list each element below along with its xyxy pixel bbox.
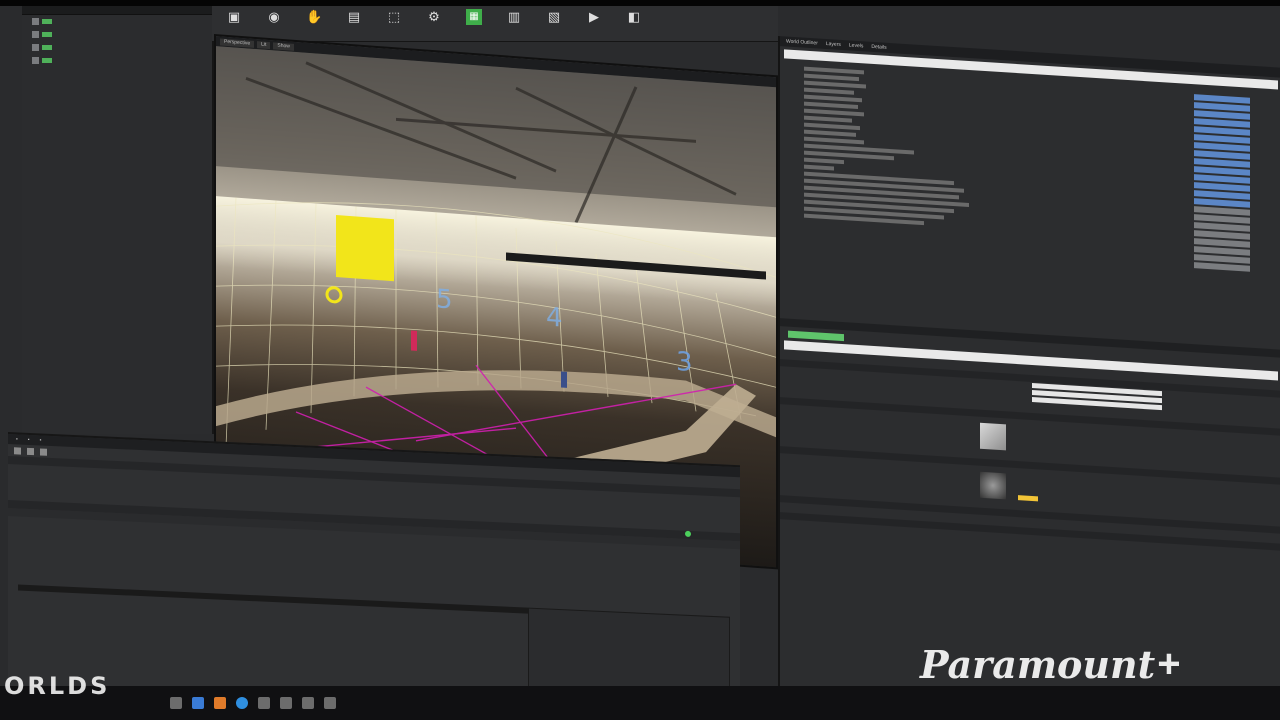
folder-icon — [32, 31, 39, 38]
pane-divider — [18, 584, 528, 614]
selected-volume[interactable] — [336, 214, 394, 282]
blueprints-icon: ▦ — [466, 8, 482, 25]
source-control-icon: ◉ — [268, 8, 280, 24]
character-marker — [561, 371, 567, 388]
left-list-item[interactable] — [22, 15, 212, 28]
left-list-item[interactable] — [22, 41, 212, 54]
play-button[interactable]: ▶ — [578, 9, 610, 39]
tab-world-outliner[interactable]: World Outliner — [786, 39, 818, 47]
filter-icon[interactable] — [14, 446, 21, 455]
viewport-tab-show[interactable]: Show — [273, 41, 294, 51]
folder-icon — [32, 44, 39, 51]
editor-screen: ▣ ◉ ✋ ▤ ⬚ ⚙ ▦ ▥ ▧ ▶ ◧ Perspective Lit Sh… — [0, 0, 1280, 720]
app-icon[interactable] — [214, 697, 226, 709]
options-icon[interactable] — [40, 447, 47, 456]
watermark-left-text: ORLDS — [4, 672, 111, 700]
player-start-marker[interactable] — [325, 286, 343, 304]
type-cell — [1194, 262, 1250, 272]
app-icon[interactable] — [302, 697, 314, 709]
material-thumbnail[interactable] — [980, 471, 1006, 500]
tab-levels[interactable]: Levels — [849, 42, 863, 49]
tab-content-browser[interactable]: ▪ — [16, 436, 18, 442]
paramount-plus-sign: + — [1157, 642, 1181, 686]
settings-icon: ⚙ — [428, 8, 440, 24]
status-tag — [42, 58, 52, 63]
build-icon: ▥ — [507, 8, 521, 24]
character-marker — [411, 330, 417, 351]
light-band — [216, 196, 776, 308]
play-icon: ▶ — [589, 8, 599, 24]
tab-output-log[interactable]: ▪ — [28, 437, 30, 443]
paramount-wordmark: Paramount — [920, 642, 1156, 687]
save-icon: ▣ — [227, 8, 241, 24]
add-component-button[interactable] — [788, 330, 844, 342]
cinematics-button[interactable]: ▧ — [538, 9, 570, 39]
left-list-item[interactable] — [22, 28, 212, 41]
content-button[interactable]: ▤ — [338, 9, 370, 39]
refresh-icon[interactable] — [27, 447, 34, 455]
settings-button[interactable]: ⚙ — [418, 9, 450, 39]
paramount-logo: Paramount + — [920, 642, 1181, 687]
status-tag — [42, 45, 52, 50]
app-icon[interactable] — [324, 697, 336, 709]
file-explorer-icon[interactable] — [258, 697, 270, 709]
app-icon[interactable] — [280, 697, 292, 709]
marketplace-icon: ⬚ — [387, 8, 401, 24]
left-list-item[interactable] — [22, 54, 212, 67]
source-control-button[interactable]: ◉ — [258, 9, 290, 39]
build-button[interactable]: ▥ — [498, 9, 530, 39]
browser-icon[interactable] — [236, 697, 248, 709]
content-icon: ▤ — [347, 8, 361, 24]
modes-icon: ✋ — [306, 8, 323, 24]
task-view-icon[interactable] — [170, 697, 182, 709]
left-outliner-panel — [22, 6, 214, 434]
mesh-thumbnail[interactable] — [980, 422, 1006, 451]
right-outliner-details-panel: World Outliner Layers Levels Details — [778, 36, 1280, 720]
tab-message-log[interactable]: ▪ — [40, 437, 42, 443]
status-tag — [42, 32, 52, 37]
status-tag — [42, 19, 52, 24]
outliner-type-column — [1194, 94, 1250, 274]
cinematics-icon: ▧ — [547, 8, 561, 24]
marketplace-button[interactable]: ⬚ — [378, 9, 410, 39]
os-taskbar — [0, 686, 1280, 720]
launch-icon: ◧ — [627, 8, 641, 24]
details-section-materials[interactable] — [780, 446, 1280, 485]
zone-number-marker: 4 — [546, 302, 563, 333]
left-panel-header — [22, 6, 212, 15]
tab-layers[interactable]: Layers — [826, 41, 841, 48]
windows-start-icon[interactable] — [192, 697, 204, 709]
modes-button[interactable]: ✋ — [298, 9, 330, 39]
zone-number-marker: 5 — [436, 284, 453, 315]
viewport-tab-lit[interactable]: Lit — [257, 40, 271, 49]
launch-button[interactable]: ◧ — [618, 9, 650, 39]
folder-icon — [32, 18, 39, 25]
bottom-log-panel: ▪ ▪ ▪ — [8, 432, 740, 720]
blueprints-button[interactable]: ▦ — [458, 8, 490, 39]
status-dot — [684, 530, 691, 538]
main-toolbar: ▣ ◉ ✋ ▤ ⬚ ⚙ ▦ ▥ ▧ ▶ ◧ — [212, 6, 778, 42]
details-panel — [780, 318, 1280, 565]
zone-number-marker: 3 — [676, 347, 693, 378]
folder-icon — [32, 57, 39, 64]
tab-details[interactable]: Details — [871, 44, 886, 51]
